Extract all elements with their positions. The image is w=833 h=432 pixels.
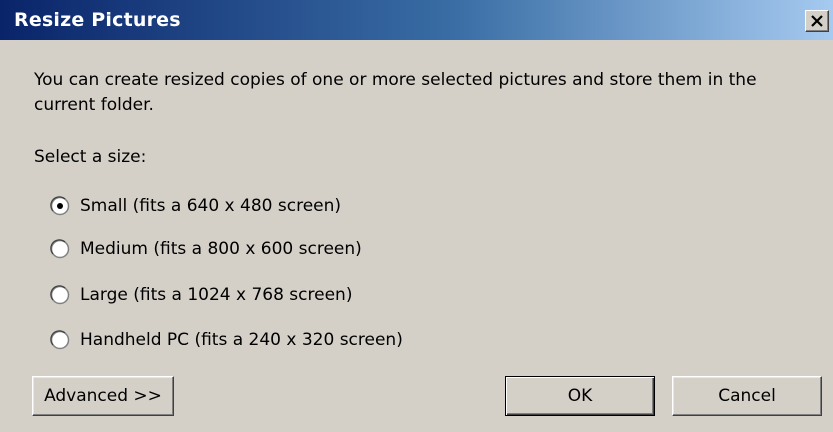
radio-button[interactable]	[50, 285, 70, 305]
radio-label: Handheld PC (fits a 240 x 320 screen)	[80, 330, 403, 350]
cancel-button[interactable]: Cancel	[672, 376, 822, 416]
radio-button[interactable]	[50, 239, 70, 259]
advanced-button[interactable]: Advanced >>	[32, 376, 174, 416]
title-bar: Resize Pictures	[0, 0, 833, 40]
resize-pictures-dialog: Resize Pictures You can create resized c…	[0, 0, 833, 432]
radio-option-medium[interactable]: Medium (fits a 800 x 600 screen)	[50, 238, 362, 260]
radio-label: Small (fits a 640 x 480 screen)	[80, 196, 342, 216]
close-button[interactable]	[805, 10, 829, 32]
radio-button[interactable]	[50, 330, 70, 350]
ok-button[interactable]: OK	[505, 376, 655, 416]
radio-button-selected[interactable]	[50, 196, 70, 216]
close-icon	[811, 15, 823, 27]
radio-option-large[interactable]: Large (fits a 1024 x 768 screen)	[50, 284, 352, 306]
radio-label: Large (fits a 1024 x 768 screen)	[80, 285, 353, 305]
radio-label: Medium (fits a 800 x 600 screen)	[80, 239, 362, 259]
size-prompt-label: Select a size:	[34, 147, 147, 167]
window-title: Resize Pictures	[14, 9, 181, 31]
radio-option-small[interactable]: Small (fits a 640 x 480 screen)	[50, 195, 341, 217]
description-text: You can create resized copies of one or …	[34, 70, 757, 115]
radio-option-handheld[interactable]: Handheld PC (fits a 240 x 320 screen)	[50, 329, 403, 351]
